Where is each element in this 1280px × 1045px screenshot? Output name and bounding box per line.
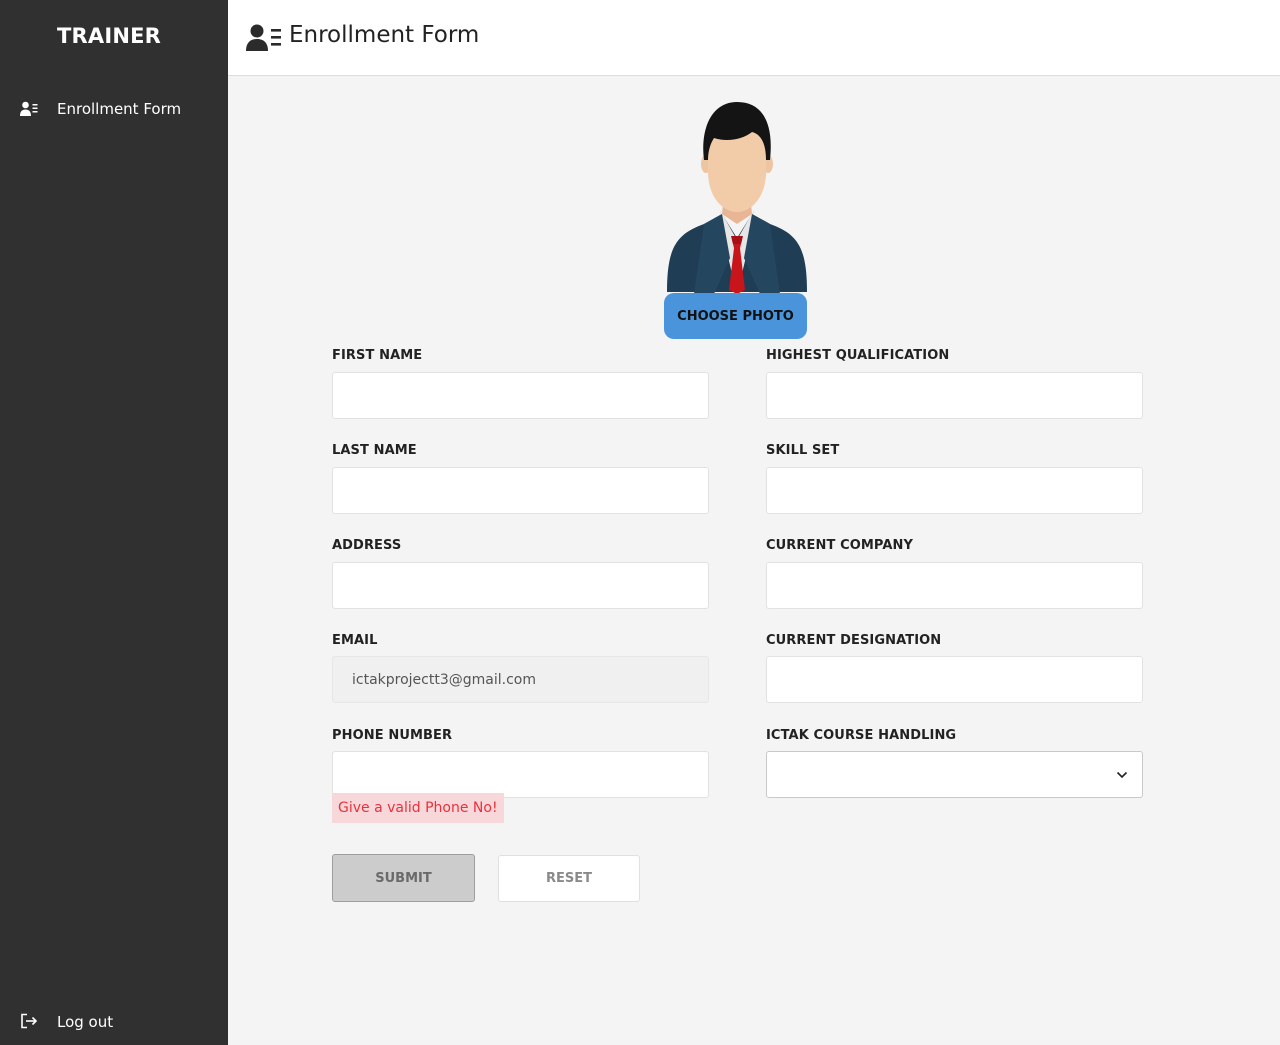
sidebar-item-enrollment-form[interactable]: Enrollment Form [0,92,228,126]
user-list-icon [246,24,281,51]
current-designation-field[interactable] [766,656,1143,703]
phone-error-message: Give a valid Phone No! [332,793,504,823]
email-field [332,656,709,703]
page-title: Enrollment Form [289,22,480,48]
brand-title: TRAINER [57,24,162,48]
skill-set-field[interactable] [766,467,1143,514]
page-header: Enrollment Form [228,0,1280,76]
first-name-label: FIRST NAME [332,348,423,363]
course-handling-select[interactable] [766,751,1143,798]
user-list-icon [20,101,38,116]
address-field[interactable] [332,562,709,609]
logout-label: Log out [57,1013,114,1031]
course-handling-label: ICTAK COURSE HANDLING [766,728,957,743]
avatar [667,102,807,294]
highest-qualification-label: HIGHEST QUALIFICATION [766,348,950,363]
phone-number-field[interactable] [332,751,709,798]
highest-qualification-field[interactable] [766,372,1143,419]
last-name-field[interactable] [332,467,709,514]
current-designation-label: CURRENT DESIGNATION [766,633,942,648]
reset-button[interactable]: RESET [498,855,640,902]
submit-button[interactable]: SUBMIT [332,854,475,902]
sidebar-item-label: Enrollment Form [57,100,182,118]
first-name-field[interactable] [332,372,709,419]
last-name-label: LAST NAME [332,443,417,458]
logout-icon [21,1013,38,1029]
phone-number-label: PHONE NUMBER [332,728,453,743]
chevron-down-icon [1116,771,1128,779]
email-label: EMAIL [332,633,378,648]
choose-photo-button[interactable]: CHOOSE PHOTO [664,293,807,339]
logout-button[interactable]: Log out [0,1006,228,1038]
address-label: ADDRESS [332,538,402,553]
current-company-field[interactable] [766,562,1143,609]
skill-set-label: SKILL SET [766,443,840,458]
current-company-label: CURRENT COMPANY [766,538,913,553]
sidebar: TRAINER Enrollment Form Log out [0,0,228,1045]
